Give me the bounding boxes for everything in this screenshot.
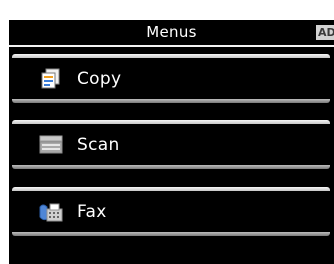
- menu-item-top-bar: [12, 54, 330, 58]
- lcd-screen: Menus AD Copy Scan Fax: [9, 20, 334, 264]
- page-title: Menus: [146, 23, 197, 41]
- header: Menus AD: [9, 20, 334, 44]
- copy-icon: [38, 68, 64, 90]
- menu-item-bottom-bar: [12, 165, 330, 169]
- menu-item-scan[interactable]: Scan: [12, 120, 330, 169]
- menu-item-bottom-bar: [12, 232, 330, 236]
- menu-item-label: Copy: [77, 69, 122, 89]
- menu-item-label: Scan: [77, 135, 120, 155]
- menu-item-bottom-bar: [12, 99, 330, 103]
- scan-icon: [38, 134, 64, 156]
- menu-item-fax[interactable]: Fax: [12, 187, 330, 236]
- menu-item-top-bar: [12, 120, 330, 124]
- badge: AD: [316, 25, 334, 40]
- fax-icon: [38, 201, 64, 223]
- header-divider: [9, 45, 334, 47]
- menu-item-top-bar: [12, 187, 330, 191]
- menu-item-label: Fax: [77, 202, 107, 222]
- menu-item-copy[interactable]: Copy: [12, 54, 330, 103]
